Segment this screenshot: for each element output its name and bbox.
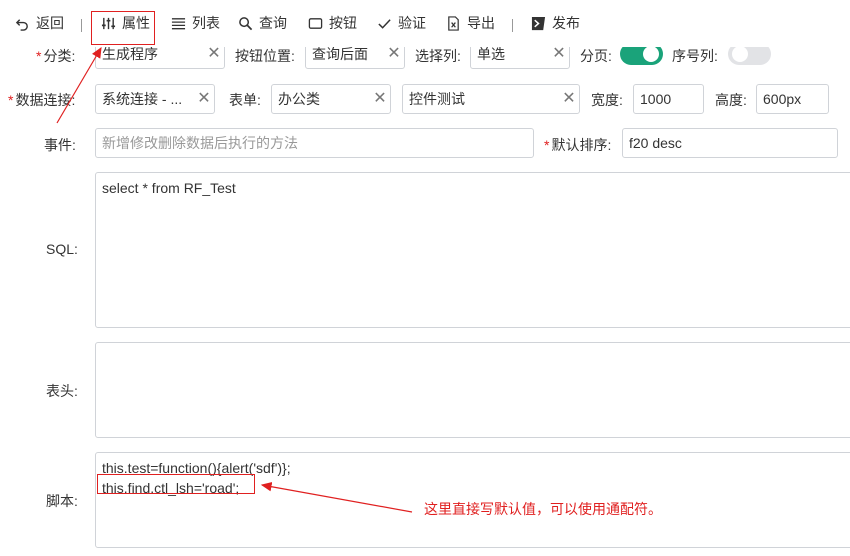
back-button[interactable]: 返回 [14,10,64,36]
sql-label: SQL: [46,241,78,257]
control-field[interactable]: 控件测试 ✕ [402,84,580,114]
category-label: * 分类: [36,48,76,64]
button-config-label: 按钮 [329,15,357,31]
clear-icon[interactable]: ✕ [194,91,214,107]
annotation-text: 这里直接写默认值，可以使用通配符。 [424,501,662,517]
header-label: 表头: [46,383,78,399]
export-button[interactable]: 导出 [445,10,495,36]
publish-button[interactable]: 发布 [530,10,580,36]
event-input[interactable]: 新增修改删除数据后执行的方法 [95,128,534,158]
default-sort-label: * 默认排序: [544,137,612,153]
default-sort-input[interactable]: f20 desc [622,128,838,158]
toolbar-divider [512,19,513,32]
toolbar: 返回 属性 列表 查询 按钮 验证 导出 发布 [0,0,850,47]
excel-file-icon [445,15,461,31]
width-label: 宽度: [591,92,623,108]
select-column-label: 选择列: [415,48,461,64]
publish-label: 发布 [552,15,580,31]
script-label: 脚本: [46,493,78,509]
toolbar-divider [81,19,82,32]
back-label: 返回 [36,15,64,31]
height-label: 高度: [715,92,747,108]
list-icon [170,15,186,31]
table-label: 表单: [229,92,261,108]
terminal-icon [530,15,546,31]
button-config-button[interactable]: 按钮 [307,10,357,36]
header-textarea[interactable] [95,342,850,438]
table-field[interactable]: 办公类 ✕ [271,84,391,114]
clear-icon[interactable]: ✕ [384,46,404,62]
query-button[interactable]: 查询 [237,10,287,36]
clear-icon[interactable]: ✕ [370,91,390,107]
script-highlight-box [97,474,255,494]
check-icon [376,15,392,31]
clear-icon[interactable]: ✕ [559,91,579,107]
serial-label: 序号列: [672,48,718,64]
paging-label: 分页: [580,48,612,64]
validate-button[interactable]: 验证 [376,10,426,36]
properties-highlight-box [91,11,155,45]
clear-icon[interactable]: ✕ [549,46,569,62]
undo-icon [14,15,30,31]
square-icon [307,15,323,31]
height-field[interactable]: 600px [756,84,829,114]
export-label: 导出 [467,15,495,31]
list-button[interactable]: 列表 [170,10,220,36]
list-label: 列表 [192,15,220,31]
clear-icon[interactable]: ✕ [204,46,224,62]
search-icon [237,15,253,31]
button-position-label: 按钮位置: [235,48,295,64]
event-label: 事件: [44,137,76,153]
query-label: 查询 [259,15,287,31]
sql-textarea[interactable]: select * from RF_Test [95,172,850,328]
data-connection-field[interactable]: 系统连接 - ... ✕ [95,84,215,114]
data-connection-label: * 数据连接: [8,92,76,108]
width-field[interactable]: 1000 [633,84,704,114]
validate-label: 验证 [398,15,426,31]
